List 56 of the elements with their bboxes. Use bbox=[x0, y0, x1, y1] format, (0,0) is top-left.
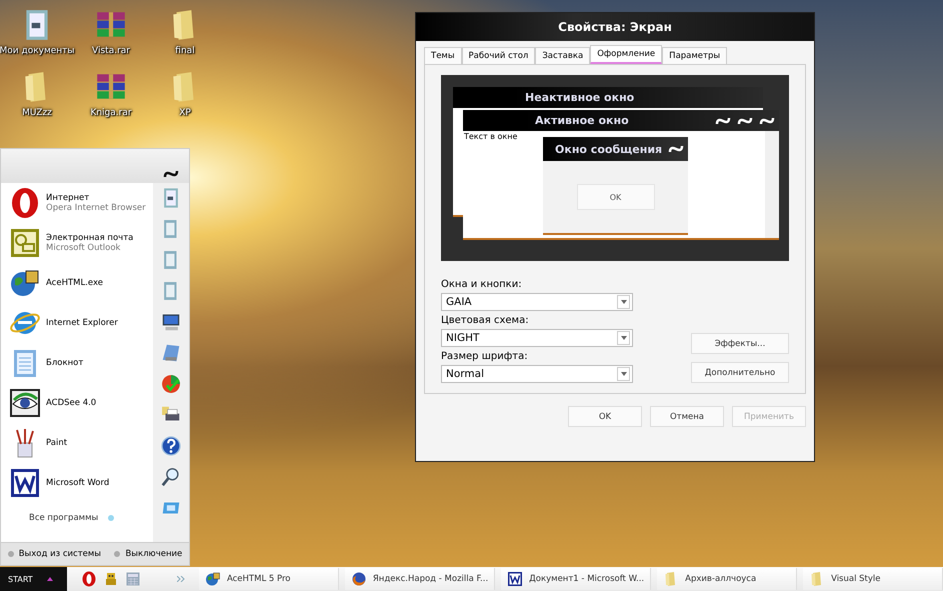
desktop-icon-label[interactable]: Мои документы bbox=[0, 46, 75, 56]
program-item[interactable]: ACDSee 4.0 bbox=[9, 387, 153, 418]
window-text: Текст в окне bbox=[463, 131, 518, 142]
program-item[interactable]: Интернет Opera Internet Browser bbox=[9, 187, 153, 218]
field-label: Окна и кнопки: bbox=[441, 279, 523, 290]
dialog-button[interactable]: Дополнительно bbox=[691, 362, 789, 383]
letter-w-icon bbox=[507, 571, 524, 587]
letter-w-icon bbox=[9, 466, 41, 498]
program-item[interactable]: AceHTML.exe bbox=[9, 267, 153, 298]
program-item[interactable]: Электронная почта Microsoft Outlook bbox=[9, 227, 153, 258]
dropdown[interactable]: GAIA bbox=[441, 293, 633, 311]
taskbar-button[interactable]: Visual Style bbox=[803, 568, 943, 590]
taskbar-button[interactable]: AceHTML 5 Pro bbox=[198, 568, 339, 590]
taskbar-button[interactable]: Документ1 - Microsoft W... bbox=[501, 568, 652, 590]
tab[interactable]: Рабочий стол bbox=[462, 47, 536, 64]
letter-o-icon bbox=[80, 571, 97, 587]
footer-link[interactable]: Выключение bbox=[125, 549, 182, 559]
dot-icon bbox=[108, 515, 114, 521]
program-item[interactable]: Paint bbox=[9, 427, 153, 458]
tab[interactable]: Параметры bbox=[662, 47, 728, 64]
dropdown[interactable]: Normal bbox=[441, 365, 633, 383]
swirl-icon[interactable] bbox=[163, 169, 179, 179]
window-title: Свойства: Экран bbox=[558, 20, 672, 34]
dropdown[interactable]: NIGHT bbox=[441, 329, 633, 347]
taskbar-button[interactable]: Яндекс.Народ - Mozilla F... bbox=[344, 568, 496, 590]
calculator-icon bbox=[124, 571, 141, 587]
panel-icon bbox=[160, 342, 182, 364]
start-button[interactable]: START bbox=[0, 567, 67, 591]
window-title: Активное окно bbox=[535, 114, 629, 127]
clock-envelope-icon bbox=[9, 226, 41, 258]
tab[interactable]: Оформление bbox=[590, 45, 662, 64]
program-item[interactable]: Microsoft Word bbox=[9, 467, 153, 498]
tab[interactable]: Темы bbox=[424, 47, 462, 64]
fox-globe-icon bbox=[350, 571, 367, 587]
ok-button[interactable]: OK bbox=[576, 184, 654, 210]
program-item[interactable]: Блокнот bbox=[9, 347, 153, 378]
footer-link[interactable]: Выход из системы bbox=[18, 549, 101, 559]
caret-icon bbox=[46, 577, 53, 581]
dot-icon bbox=[114, 551, 120, 557]
dialog-button[interactable]: OK bbox=[568, 406, 642, 427]
eye-icon bbox=[9, 386, 41, 418]
taskbar-button[interactable]: Архив-аллчоуса bbox=[657, 568, 798, 590]
window-title: Неактивное окно bbox=[525, 91, 634, 104]
dialog-button[interactable]: Эффекты... bbox=[691, 333, 789, 354]
dialog-button[interactable]: Отмена bbox=[650, 406, 724, 427]
help-icon bbox=[160, 435, 182, 457]
field-label: Цветовая схема: bbox=[441, 315, 530, 326]
checkmark-circle-icon bbox=[160, 373, 182, 395]
tab[interactable]: Заставка bbox=[535, 47, 590, 64]
window-title: Окно сообщения bbox=[555, 142, 662, 156]
letter-o-icon bbox=[9, 186, 41, 218]
globe-icon bbox=[204, 571, 221, 587]
field-label: Размер шрифта: bbox=[441, 351, 529, 362]
dot-icon bbox=[8, 551, 14, 557]
all-programs-link[interactable]: Все программы bbox=[29, 513, 98, 523]
program-item[interactable]: Internet Explorer bbox=[9, 307, 153, 338]
